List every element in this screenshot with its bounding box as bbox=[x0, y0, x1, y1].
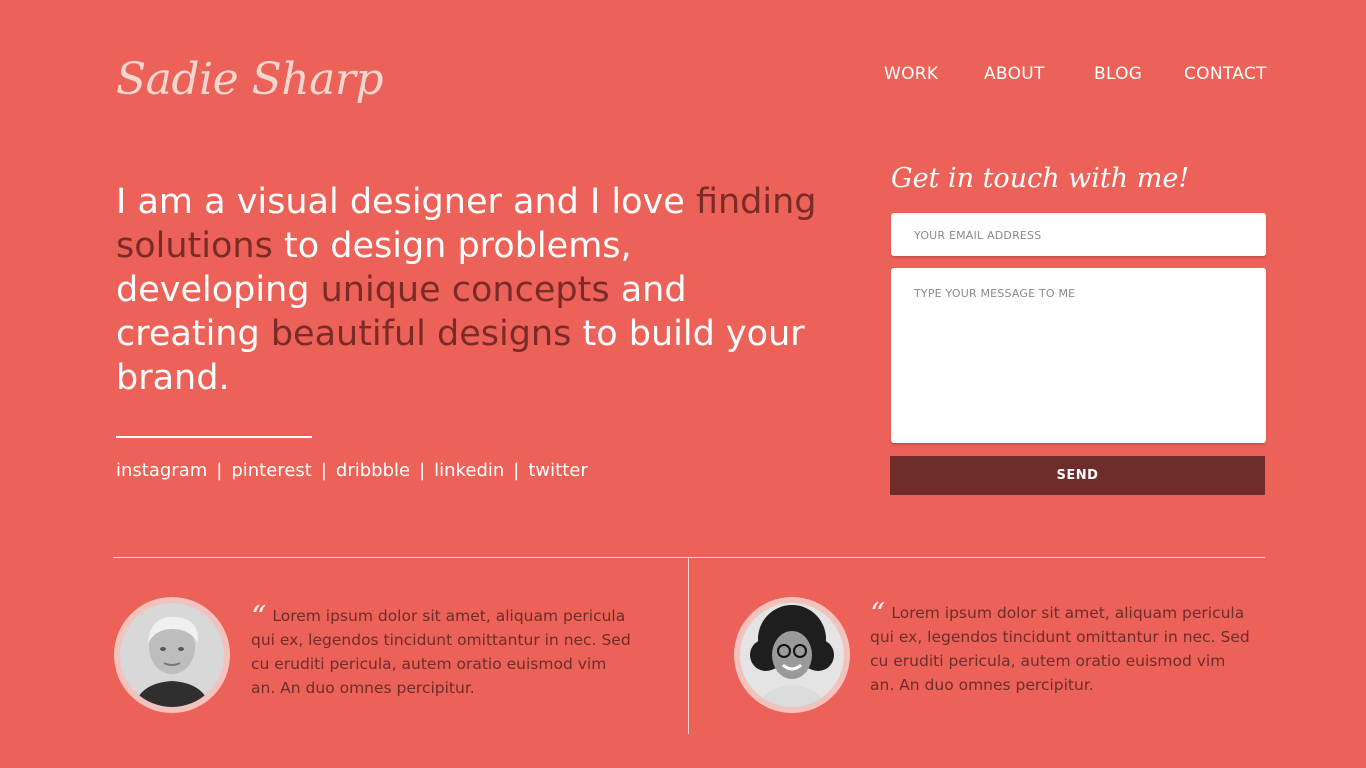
social-separator: | bbox=[216, 460, 223, 481]
hero-statement: I am a visual designer and I love findin… bbox=[116, 180, 836, 400]
message-placeholder: TYPE YOUR MESSAGE TO ME bbox=[914, 287, 1076, 300]
testimonial-quote: “Lorem ipsum dolor sit amet, aliquam per… bbox=[251, 603, 631, 700]
site-logo[interactable]: Sadie Sharp bbox=[116, 54, 384, 105]
avatar bbox=[734, 597, 850, 713]
avatar bbox=[114, 597, 230, 713]
social-link-twitter[interactable]: twitter bbox=[528, 460, 587, 481]
quote-mark-icon: “ bbox=[870, 597, 886, 632]
hero-highlight-segment: beautiful designs bbox=[270, 314, 572, 354]
hero-highlight-segment: unique concepts bbox=[320, 270, 610, 310]
social-separator: | bbox=[320, 460, 327, 481]
hero-text-segment: I am a visual designer and I love bbox=[116, 182, 696, 222]
section-divider bbox=[113, 557, 1265, 558]
avatar-photo-icon bbox=[740, 603, 844, 707]
quote-mark-icon: “ bbox=[251, 600, 267, 635]
hero-divider bbox=[116, 436, 312, 438]
nav-item-contact[interactable]: CONTACT bbox=[1184, 64, 1267, 84]
social-links: instagram | pinterest | dribbble | linkedin | tw… bbox=[116, 460, 588, 481]
testimonial-text: Lorem ipsum dolor sit amet, aliquam peri… bbox=[251, 607, 631, 697]
message-field[interactable]: TYPE YOUR MESSAGE TO ME bbox=[891, 268, 1266, 443]
social-link-pinterest[interactable]: pinterest bbox=[231, 460, 311, 481]
nav-item-blog[interactable]: BLOG bbox=[1094, 64, 1142, 84]
social-link-instagram[interactable]: instagram bbox=[116, 460, 207, 481]
send-button[interactable]: SEND bbox=[890, 456, 1265, 495]
testimonial-text: Lorem ipsum dolor sit amet, aliquam peri… bbox=[870, 604, 1250, 694]
avatar-photo-icon bbox=[120, 603, 224, 707]
social-separator: | bbox=[419, 460, 426, 481]
testimonial-quote: “Lorem ipsum dolor sit amet, aliquam per… bbox=[870, 600, 1250, 697]
social-link-dribbble[interactable]: dribbble bbox=[336, 460, 410, 481]
social-separator: | bbox=[513, 460, 520, 481]
nav-item-work[interactable]: WORK bbox=[884, 64, 938, 84]
email-field[interactable]: YOUR EMAIL ADDRESS bbox=[891, 213, 1266, 256]
social-link-linkedin[interactable]: linkedin bbox=[434, 460, 504, 481]
nav-item-about[interactable]: ABOUT bbox=[984, 64, 1045, 84]
email-placeholder: YOUR EMAIL ADDRESS bbox=[914, 229, 1042, 242]
contact-title: Get in touch with me! bbox=[891, 163, 1190, 194]
testimonial-divider bbox=[688, 558, 689, 734]
